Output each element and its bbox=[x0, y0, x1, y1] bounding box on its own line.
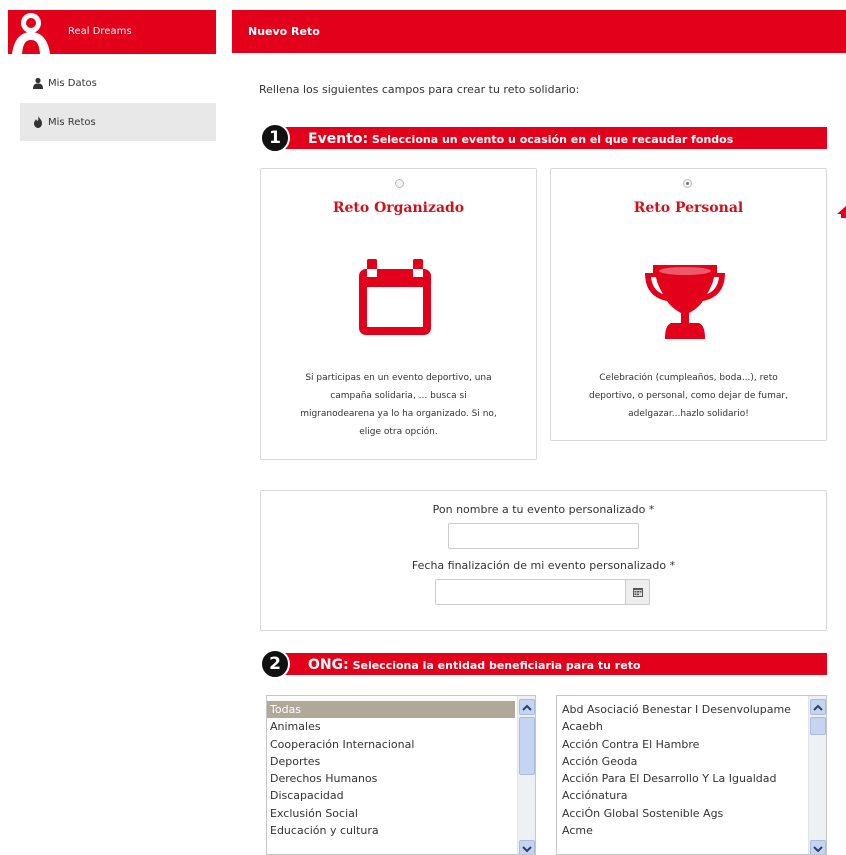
fire-icon bbox=[34, 116, 42, 128]
desc-line: deportivo, o personal, como dejar de fum… bbox=[589, 391, 788, 401]
step-1-title-big: Evento: bbox=[308, 131, 369, 147]
calendar-small-icon bbox=[632, 588, 643, 597]
ong-list: Abd Asociació Benestar I Desenvolupame A… bbox=[559, 701, 806, 839]
scroll-thumb[interactable] bbox=[519, 717, 535, 775]
step-2-title: Selecciona la entidad beneficiaria para … bbox=[352, 659, 641, 672]
category-listbox[interactable]: Todas Animales Cooperación Internacional… bbox=[266, 695, 536, 855]
desc-line: Si participas en un evento deportivo, un… bbox=[305, 373, 492, 383]
list-item[interactable]: Abd Asociació Benestar I Desenvolupame bbox=[559, 701, 806, 718]
list-item[interactable]: AcciÓn Global Sostenible Ags bbox=[559, 805, 806, 822]
sidebar-item-mis-datos[interactable]: Mis Datos bbox=[20, 64, 216, 102]
list-item[interactable]: Exclusión Social bbox=[267, 805, 515, 822]
calendar-icon bbox=[359, 259, 431, 335]
card-description: Si participas en un evento deportivo, un… bbox=[281, 369, 516, 441]
page-title: Nuevo Reto bbox=[232, 10, 846, 53]
scroll-thumb[interactable] bbox=[810, 717, 826, 735]
chevron-up-icon bbox=[522, 704, 532, 711]
list-item[interactable]: Derechos Humanos bbox=[267, 770, 515, 787]
custom-event-panel: Pon nombre a tu evento personalizado * F… bbox=[260, 490, 827, 631]
radio-reto-personal[interactable] bbox=[683, 179, 692, 188]
step-1-bar: Evento: Selecciona un evento u ocasión e… bbox=[280, 127, 827, 149]
card-title: Reto Personal bbox=[633, 200, 744, 216]
chevron-down-icon bbox=[522, 846, 532, 853]
event-date-input[interactable] bbox=[435, 579, 626, 605]
list-item[interactable]: Animales bbox=[267, 718, 515, 735]
scroll-up-button[interactable] bbox=[519, 699, 535, 715]
list-item[interactable]: Acaebh bbox=[559, 718, 806, 735]
card-reto-organizado[interactable]: Reto Organizado Si participas en un even… bbox=[260, 168, 537, 460]
step-1-number: 1 bbox=[260, 123, 290, 153]
list-item[interactable]: Acciónatura bbox=[559, 787, 806, 804]
trophy-icon bbox=[645, 265, 725, 339]
card-title: Reto Organizado bbox=[332, 200, 465, 216]
desc-line: elige otra opción. bbox=[359, 427, 438, 437]
sidebar-item-label: Mis Datos bbox=[48, 77, 97, 89]
ong-listbox[interactable]: Abd Asociació Benestar I Desenvolupame A… bbox=[556, 695, 827, 855]
step-2-bar: ONG: Selecciona la entidad beneficiaria … bbox=[280, 653, 827, 675]
sidebar-header[interactable]: Real Dreams bbox=[8, 10, 216, 54]
list-item[interactable]: Todas bbox=[267, 701, 515, 719]
list-item[interactable]: Discapacidad bbox=[267, 787, 515, 804]
step-1-title: Selecciona un evento u ocasión en el que… bbox=[371, 133, 734, 146]
card-description: Celebración (cumpleaños, boda...), reto … bbox=[571, 369, 806, 423]
chevron-down-icon bbox=[813, 846, 823, 853]
arrow-fragment-icon bbox=[837, 206, 846, 218]
step-1-header: Evento: Selecciona un evento u ocasión e… bbox=[260, 123, 827, 153]
intro-text: Rellena los siguientes campos para crear… bbox=[259, 83, 580, 96]
list-item[interactable]: Acción Para El Desarrollo Y La Igualdad bbox=[559, 770, 806, 787]
category-scrollbar[interactable] bbox=[517, 696, 535, 854]
list-item[interactable]: Deportes bbox=[267, 753, 515, 770]
list-item[interactable]: Educación y cultura bbox=[267, 822, 515, 839]
user-icon bbox=[33, 77, 43, 89]
date-picker-button[interactable] bbox=[625, 579, 650, 605]
desc-line: campaña solidaria, ... busca si bbox=[330, 391, 467, 401]
desc-line: adelgazar...hazlo solidario! bbox=[628, 409, 749, 419]
event-name-label: Pon nombre a tu evento personalizado * bbox=[432, 503, 655, 516]
step-2-title-big: ONG: bbox=[308, 657, 349, 673]
scroll-down-button[interactable] bbox=[519, 840, 535, 854]
card-reto-personal[interactable]: Reto Personal Celebración (cumpleaños, b… bbox=[550, 168, 827, 441]
list-item[interactable]: Acción Geoda bbox=[559, 753, 806, 770]
sidebar-item-label: Mis Retos bbox=[48, 116, 96, 128]
category-list: Todas Animales Cooperación Internacional… bbox=[267, 701, 515, 839]
list-item[interactable]: Acción Contra El Hambre bbox=[559, 736, 806, 753]
ong-scrollbar[interactable] bbox=[808, 696, 826, 854]
desc-line: migranodearena ya lo ha organizado. Si n… bbox=[300, 409, 497, 419]
list-item[interactable]: Acme bbox=[559, 822, 806, 839]
step-2-number: 2 bbox=[260, 649, 290, 679]
event-date-label: Fecha finalización de mi evento personal… bbox=[411, 559, 676, 572]
step-2-header: ONG: Selecciona la entidad beneficiaria … bbox=[260, 649, 827, 679]
event-name-input[interactable] bbox=[448, 523, 639, 549]
sidebar-item-mis-retos[interactable]: Mis Retos bbox=[20, 103, 216, 141]
sidebar: Real Dreams Mis Datos Mis Retos bbox=[0, 0, 216, 845]
scroll-down-button[interactable] bbox=[810, 840, 826, 854]
list-item[interactable]: Cooperación Internacional bbox=[267, 736, 515, 753]
brand-name: Real Dreams bbox=[68, 26, 132, 37]
radio-reto-organizado[interactable] bbox=[395, 179, 404, 188]
scroll-up-button[interactable] bbox=[810, 699, 826, 715]
desc-line: Celebración (cumpleaños, boda...), reto bbox=[599, 373, 778, 383]
chevron-up-icon bbox=[813, 704, 823, 711]
main-panel: Nuevo Reto Rellena los siguientes campos… bbox=[232, 10, 846, 855]
real-dreams-logo-icon bbox=[12, 13, 50, 54]
